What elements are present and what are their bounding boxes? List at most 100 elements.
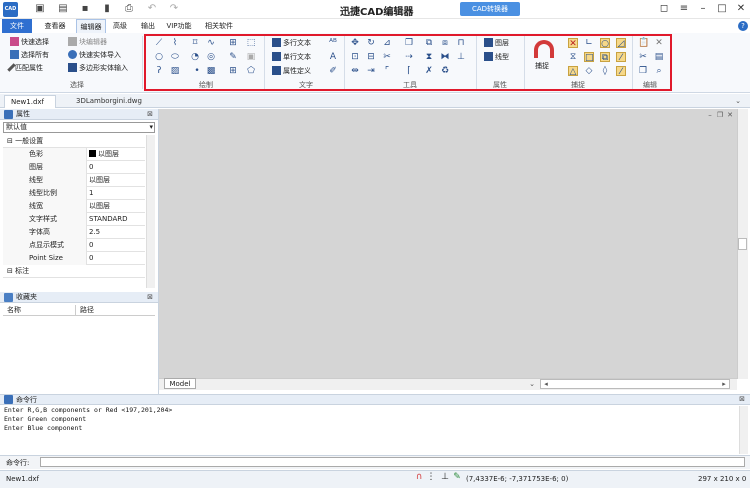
polygon-entity-input-label: 多边形实体输入 [79, 64, 128, 72]
tab-file[interactable]: 文件 [2, 19, 32, 33]
quick-select-button[interactable]: 快速选择 [10, 37, 49, 48]
select-all-icon [10, 50, 19, 59]
property-row[interactable]: 点显示模式 0 [3, 239, 145, 252]
close-icon[interactable]: ✕ [734, 2, 748, 16]
select-all-button[interactable]: 选择所有 [10, 50, 49, 61]
export-icon[interactable]: ▮ [101, 3, 113, 15]
polygon-entity-input-button[interactable]: 多边形实体输入 [68, 63, 128, 74]
favorites-panel-header: 收藏夹 [0, 292, 158, 303]
command-log-line: Enter R,G,B components or Red <197,201,2… [4, 406, 173, 414]
chat-icon[interactable]: ◻ [657, 2, 671, 16]
minimize-icon[interactable]: – [696, 2, 710, 16]
menu-icon[interactable]: ≡ [677, 2, 691, 16]
color-swatch [89, 150, 96, 157]
column-name-header[interactable]: 名称 [7, 305, 21, 316]
drawing-canvas[interactable] [159, 109, 737, 378]
block-editor-label: 块编辑器 [79, 38, 107, 46]
status-file-name: New1.dxf [6, 475, 39, 483]
ortho-toggle-icon[interactable]: ⊥ [440, 472, 450, 482]
save-icon[interactable]: ▪ [79, 3, 91, 15]
command-log-scrollbar[interactable] [739, 406, 748, 454]
property-selector[interactable]: 默认值 ▾ [3, 122, 155, 133]
canvas-close-icon[interactable]: ✕ [726, 111, 734, 119]
doc-tab-lamborghini[interactable]: 3DLamborgini.dwg [70, 95, 150, 108]
block-editor-button[interactable]: 块编辑器 [68, 37, 107, 48]
new-file-icon[interactable]: ▣ [34, 3, 46, 15]
match-properties-button[interactable]: 匹配属性 [7, 63, 43, 74]
property-row[interactable]: 图层 0 [3, 161, 145, 174]
property-value: 0 [89, 254, 94, 262]
command-log-line: Enter Green component [4, 415, 87, 423]
command-prompt-label: 命令行: [6, 459, 30, 467]
property-row[interactable]: Point Size 0 [3, 252, 145, 265]
quick-entity-import-button[interactable]: 快速实体导入 [68, 50, 121, 61]
favorites-columns: 名称 路径 [3, 305, 155, 316]
properties-panel-title: 属性 [16, 110, 30, 118]
scroll-left-icon[interactable]: ◂ [542, 380, 550, 388]
undo-icon[interactable]: ↶ [146, 3, 158, 15]
property-name: 文字样式 [3, 213, 87, 226]
collapse-icon: ⊟ [7, 267, 13, 275]
tab-related-software[interactable]: 相关软件 [202, 19, 236, 33]
property-row[interactable]: 文字样式 STANDARD [3, 213, 145, 226]
model-tab[interactable]: Model [164, 378, 196, 389]
lineweight-toggle-icon[interactable]: ✎ [452, 472, 462, 482]
property-category[interactable]: ⊟ 标注 [3, 265, 145, 278]
favorites-close-icon[interactable]: ⊠ [146, 293, 154, 301]
property-name: 线型 [3, 174, 87, 187]
command-log: Enter R,G,B components or Red <197,201,2… [4, 406, 739, 454]
help-icon[interactable]: ? [738, 21, 748, 31]
category-label: 标注 [15, 267, 30, 275]
print-icon[interactable]: ⎙ [123, 3, 135, 15]
properties-close-icon[interactable]: ⊠ [146, 110, 154, 118]
tab-editor[interactable]: 编辑器 [76, 19, 106, 33]
canvas-restore-icon[interactable]: ❐ [716, 111, 724, 119]
property-row[interactable]: 线型 以图层 [3, 174, 145, 187]
canvas-horizontal-scrollbar[interactable] [540, 379, 730, 389]
command-log-line: Enter Blue component [4, 424, 83, 432]
open-file-icon[interactable]: ▤ [57, 3, 69, 15]
property-value: 以图层 [98, 150, 119, 158]
property-row[interactable]: 线宽 以图层 [3, 200, 145, 213]
property-value: 0 [89, 241, 94, 249]
property-name: 字体高 [3, 226, 87, 239]
cad-converter-button[interactable]: CAD转换器 [460, 2, 520, 16]
command-close-icon[interactable]: ⊠ [738, 395, 746, 403]
category-label: 一般设置 [15, 137, 44, 145]
tab-vip[interactable]: VIP功能 [164, 19, 194, 33]
status-bar: New1.dxf (7,4337E-6; -7,371753E-6; 0) 29… [0, 470, 750, 488]
properties-scrollbar[interactable] [146, 135, 155, 288]
select-all-label: 选择所有 [21, 51, 49, 59]
property-row[interactable]: 线型比例 1 [3, 187, 145, 200]
polygon-icon [68, 63, 77, 72]
property-row[interactable]: 字体高 2.5 [3, 226, 145, 239]
doc-tab-new1[interactable]: New1.dxf [4, 95, 56, 108]
app-title: 迅捷CAD编辑器 [340, 7, 414, 18]
quick-select-icon [10, 37, 19, 46]
select-group-label: 选择 [70, 81, 84, 89]
canvas-minimize-icon[interactable]: – [706, 111, 714, 119]
column-path-header[interactable]: 路径 [75, 305, 94, 316]
status-coordinates: (7,4337E-6; -7,371753E-6; 0) [466, 475, 569, 483]
layout-dropdown-icon[interactable]: ⌄ [528, 380, 536, 388]
group-separator [142, 36, 143, 89]
property-row[interactable]: 色彩 以图层 [3, 148, 145, 161]
block-editor-icon [68, 37, 77, 46]
property-value: 1 [89, 189, 94, 197]
snap-toggle-icon[interactable]: ∩ [414, 472, 424, 482]
grid-toggle-icon[interactable]: ⋮ [426, 472, 436, 482]
scroll-right-icon[interactable]: ▸ [720, 380, 728, 388]
command-panel-title: 命令行 [16, 396, 37, 404]
redo-icon[interactable]: ↷ [168, 3, 180, 15]
import-icon [68, 50, 77, 59]
command-input[interactable] [40, 457, 745, 467]
tab-output[interactable]: 输出 [138, 19, 158, 33]
property-value: STANDARD [89, 215, 128, 223]
tab-viewer[interactable]: 查看器 [40, 19, 70, 33]
doc-tabs-dropdown-icon[interactable]: ⌄ [734, 97, 742, 105]
ribbon-highlight-box [144, 34, 672, 91]
maximize-icon[interactable]: □ [715, 2, 729, 16]
vertical-scroll-thumb[interactable] [738, 238, 747, 250]
tab-advanced[interactable]: 高级 [110, 19, 130, 33]
property-category[interactable]: ⊟ 一般设置 [3, 135, 145, 148]
